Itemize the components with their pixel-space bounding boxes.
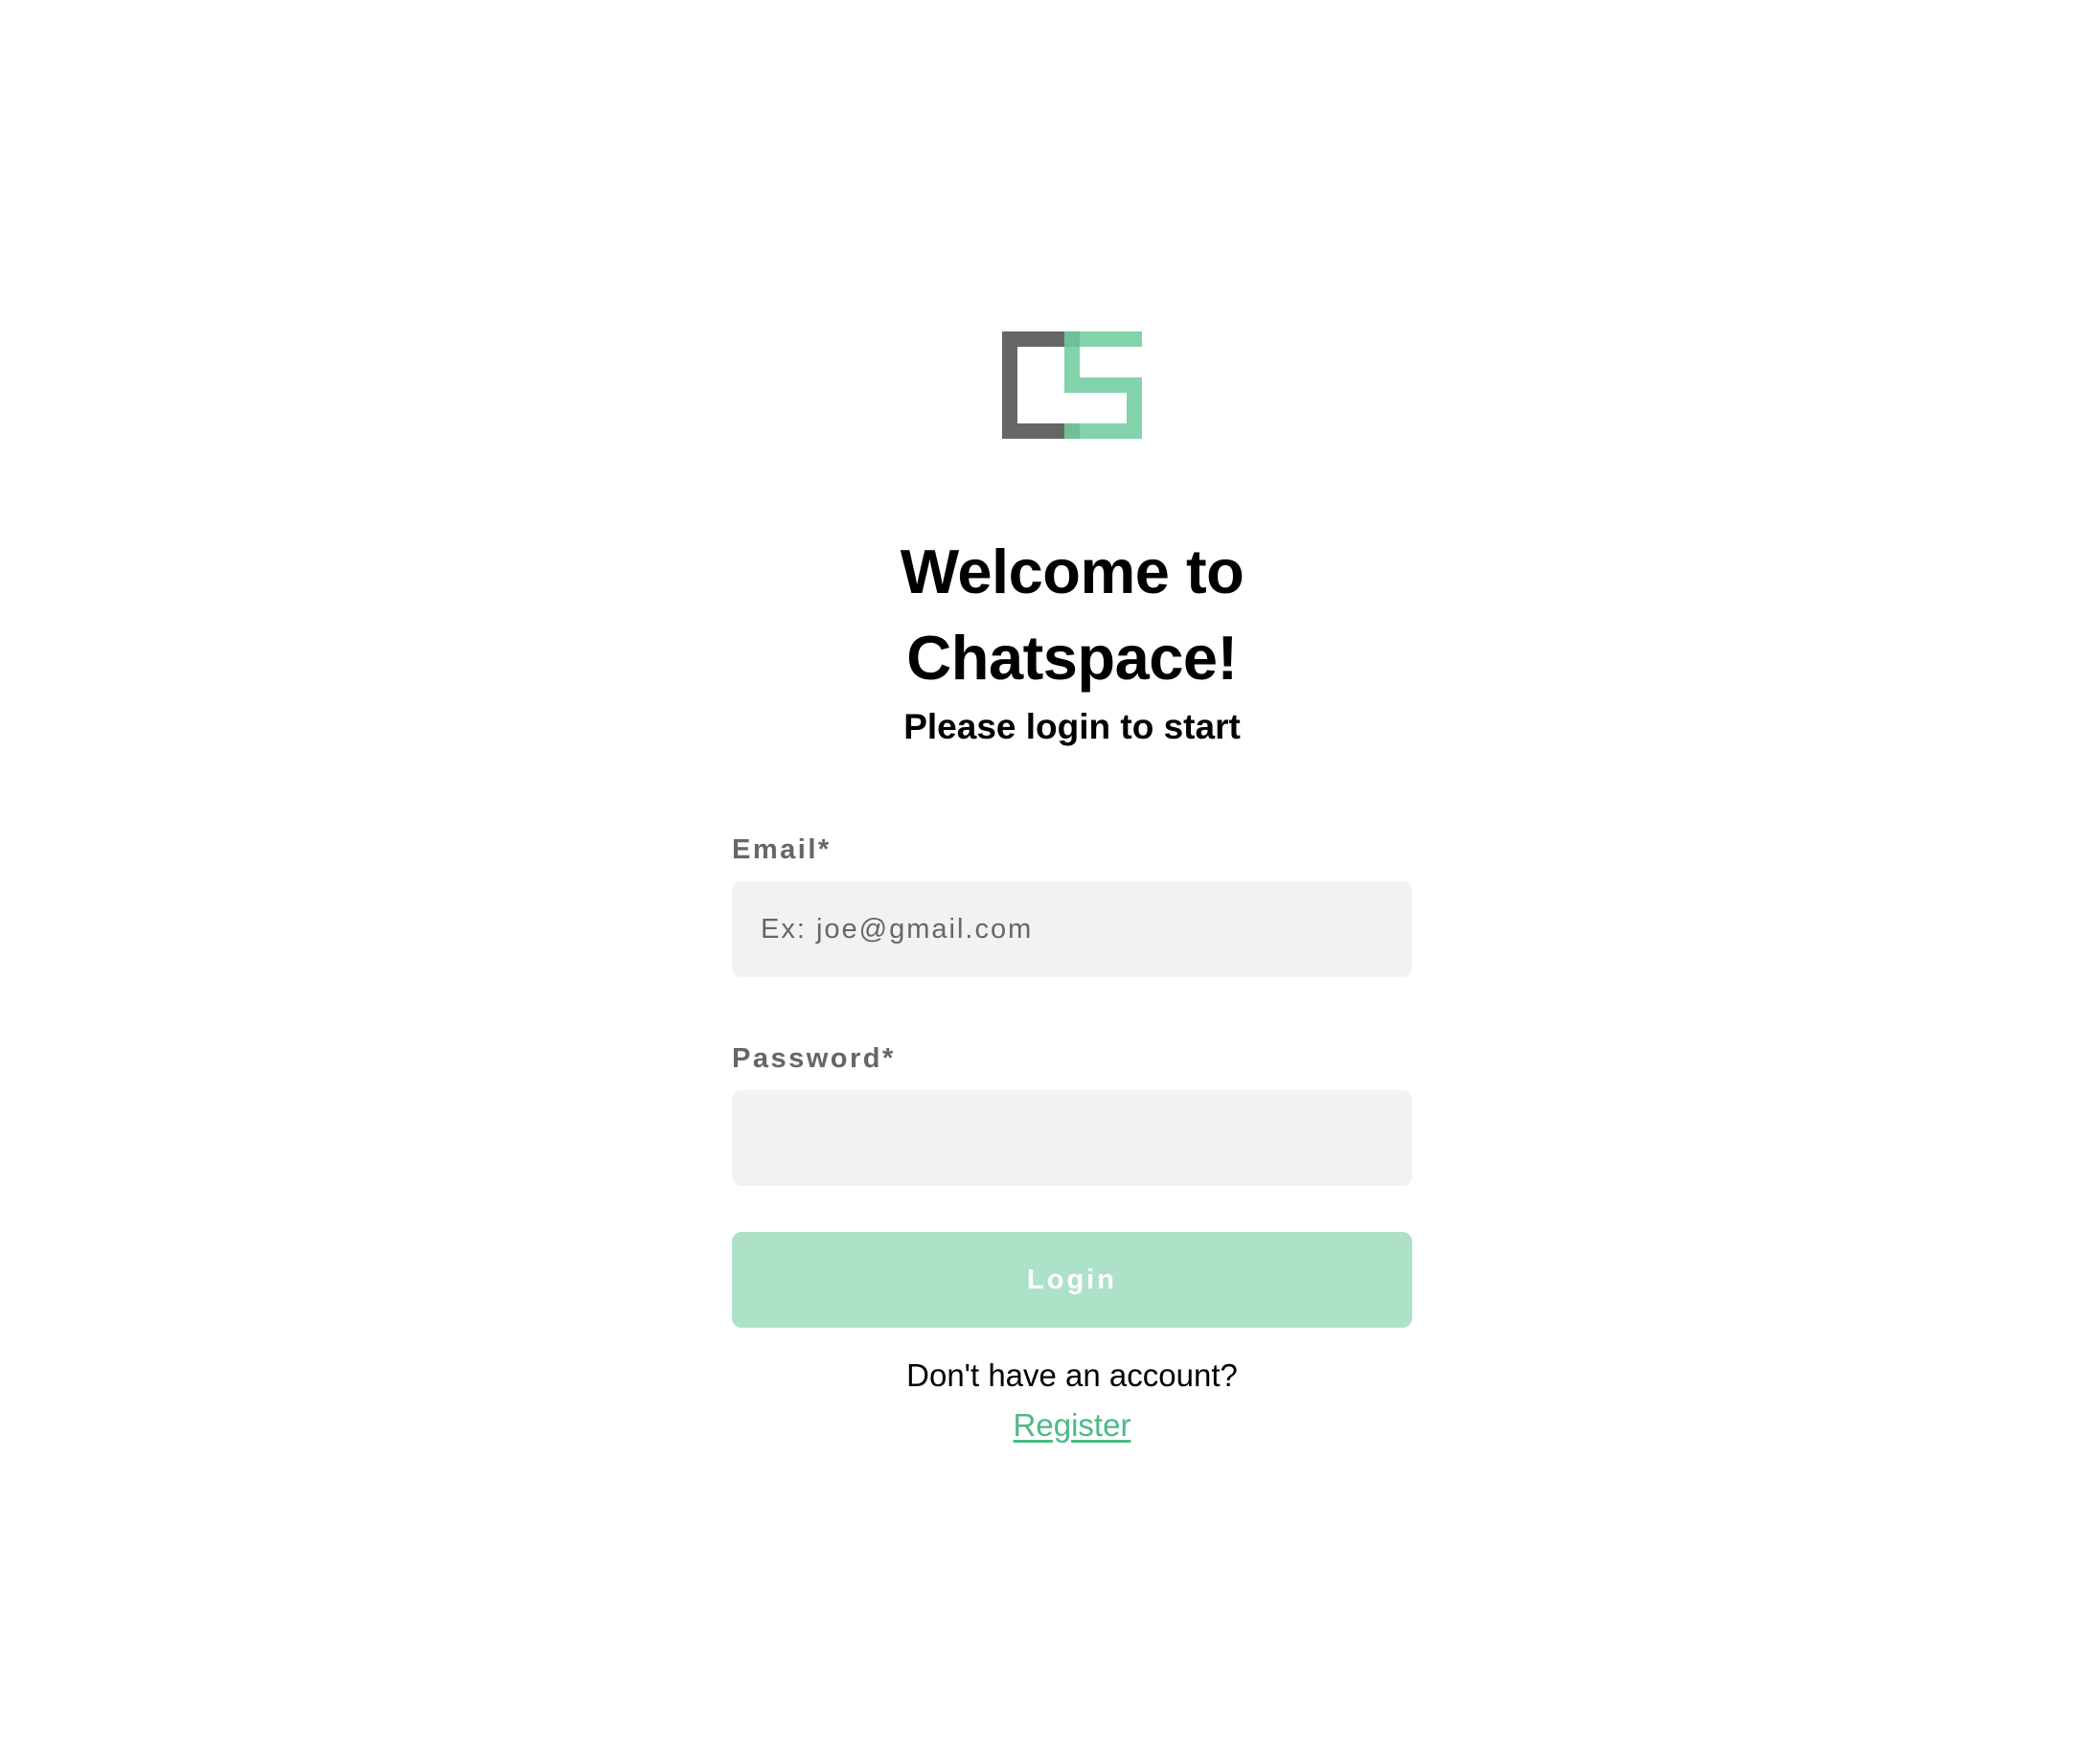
logo-overlap xyxy=(1064,331,1080,347)
page-title: Welcome to Chatspace! xyxy=(900,536,1244,693)
logo-s-shape xyxy=(1064,331,1142,439)
register-link-wrapper: Register xyxy=(732,1404,1412,1447)
login-button[interactable]: Login xyxy=(732,1232,1412,1328)
account-prompt: Don't have an account? xyxy=(906,1357,1238,1393)
register-link[interactable]: Register xyxy=(1014,1407,1131,1443)
email-label: Email* xyxy=(732,834,832,865)
logo-c-shape xyxy=(1002,331,1064,439)
password-input[interactable] xyxy=(732,1090,1412,1186)
password-label: Password* xyxy=(732,1043,896,1074)
page-subtitle: Please login to start xyxy=(903,707,1241,746)
chatspace-logo-icon xyxy=(1002,331,1142,439)
email-input[interactable] xyxy=(732,881,1412,977)
logo-overlap xyxy=(1064,423,1080,439)
